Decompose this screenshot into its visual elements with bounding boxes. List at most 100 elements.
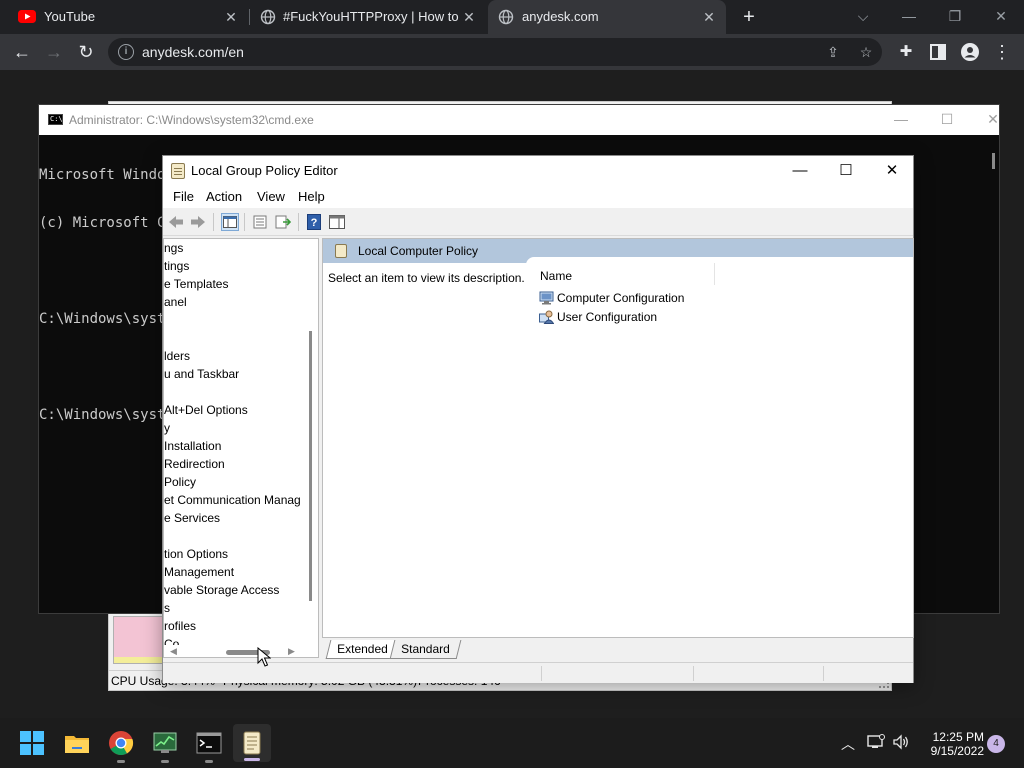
column-divider[interactable] (714, 263, 715, 285)
gpe-title-bar[interactable]: Local Group Policy Editor — ☐ ✕ (163, 156, 913, 186)
system-clock[interactable]: 12:25 PM 9/15/2022 (916, 730, 984, 758)
tree-item[interactable]: s (164, 601, 170, 619)
forward-arrow-icon[interactable] (189, 213, 207, 231)
cmd-button[interactable] (196, 730, 222, 763)
cmd-scrollbar[interactable] (992, 153, 995, 169)
details-pane[interactable]: Local Computer Policy Select an item to … (322, 238, 914, 638)
file-explorer-button[interactable] (64, 730, 90, 756)
gpe-title: Local Group Policy Editor (191, 163, 338, 178)
tree-item[interactable]: Co (164, 637, 179, 645)
status-divider (541, 666, 542, 681)
tree-item[interactable]: Installation (164, 439, 221, 457)
policy-scroll-icon (243, 731, 261, 755)
running-indicator (117, 760, 125, 763)
tree-item[interactable]: lders (164, 349, 190, 367)
tab-fuckyouhttpproxy[interactable]: #FuckYouHTTPProxy | How to us ✕ (250, 0, 486, 34)
scroll-right-arrow-icon[interactable]: ▶ (288, 646, 295, 657)
menu-action[interactable]: Action (206, 189, 242, 204)
side-panel-icon[interactable] (926, 40, 950, 64)
menu-help[interactable]: Help (298, 189, 325, 204)
tree-item[interactable]: anel (164, 295, 187, 313)
menu-view[interactable]: View (257, 189, 285, 204)
help-icon[interactable]: ? (305, 213, 323, 231)
minimize-button[interactable]: — (788, 160, 812, 182)
close-button[interactable]: ✕ (989, 4, 1013, 28)
tree-item[interactable]: e Services (164, 511, 220, 529)
computer-configuration-item[interactable]: Computer Configuration (539, 289, 684, 307)
tree-item[interactable]: et Communication Manag (164, 493, 301, 511)
tab-title: anydesk.com (522, 9, 599, 24)
chrome-button[interactable] (108, 730, 134, 763)
tree-item[interactable]: u and Taskbar (164, 367, 239, 385)
view-tabs: Extended Standard (322, 640, 914, 662)
extensions-icon[interactable]: ✚ (894, 40, 918, 64)
item-label: Computer Configuration (557, 291, 685, 305)
reload-button[interactable]: ↻ (74, 40, 98, 64)
tree-vertical-scrollbar[interactable] (309, 331, 312, 601)
tab-close-button[interactable]: ✕ (700, 8, 718, 26)
tree-item[interactable]: ngs (164, 241, 183, 259)
export-list-icon[interactable] (274, 213, 292, 231)
globe-icon (260, 9, 276, 25)
tree-item[interactable]: Policy (164, 475, 196, 493)
show-hidden-icons-chevron-icon[interactable]: ︿ (838, 734, 858, 754)
scroll-left-arrow-icon[interactable]: ◀ (170, 646, 177, 657)
back-arrow-icon[interactable] (167, 213, 185, 231)
tree-item[interactable]: y (164, 421, 170, 439)
tree-item[interactable]: tion Options (164, 547, 228, 565)
maximize-button[interactable]: ☐ (937, 109, 957, 129)
new-tab-button[interactable]: + (738, 6, 760, 28)
properties-icon[interactable] (251, 213, 269, 231)
menu-icon[interactable]: ⋮ (990, 40, 1014, 64)
forward-button[interactable]: → (42, 40, 66, 64)
tree-item[interactable]: tings (164, 259, 189, 277)
profile-icon[interactable] (958, 40, 982, 64)
group-policy-editor-button[interactable] (233, 724, 271, 762)
tree-item[interactable]: rofiles (164, 619, 196, 637)
menu-file[interactable]: File (173, 189, 194, 204)
tab-extended[interactable]: Extended (325, 640, 400, 659)
tab-standard[interactable]: Standard (389, 640, 462, 659)
tab-youtube[interactable]: YouTube ✕ (0, 0, 248, 34)
share-icon[interactable]: ⇪ (823, 42, 843, 62)
tab-close-button[interactable]: ✕ (460, 8, 478, 26)
toolbar-separator (244, 213, 245, 231)
tree-item[interactable]: Alt+Del Options (164, 403, 248, 421)
globe-icon (498, 9, 514, 25)
group-policy-editor-window[interactable]: Local Group Policy Editor — ☐ ✕ File Act… (162, 155, 914, 683)
site-info-icon[interactable]: i (118, 44, 134, 60)
chrome-icon (109, 731, 134, 756)
volume-icon[interactable] (891, 734, 911, 753)
gpe-toolbar: ? (163, 208, 913, 236)
maximize-button[interactable]: ☐ (834, 160, 858, 182)
url-text[interactable]: anydesk.com/en (142, 44, 244, 60)
clock-date: 9/15/2022 (930, 744, 984, 758)
windows-taskbar: ︿ 12:25 PM 9/15/2022 (0, 718, 1024, 768)
tree-item[interactable]: Redirection (164, 457, 225, 475)
tab-close-button[interactable]: ✕ (222, 8, 240, 26)
tree-item[interactable]: e Templates (164, 277, 228, 295)
bookmark-star-icon[interactable]: ☆ (856, 42, 876, 62)
show-action-pane-icon[interactable] (328, 213, 346, 231)
start-button[interactable] (19, 730, 45, 756)
minimize-button[interactable]: — (897, 4, 921, 28)
column-header-name[interactable]: Name (540, 269, 572, 283)
notification-badge[interactable]: 4 (987, 735, 1005, 753)
close-button[interactable]: ✕ (983, 109, 1003, 129)
toolbar-separator (298, 213, 299, 231)
show-hide-tree-icon[interactable] (221, 213, 239, 231)
user-configuration-item[interactable]: User Configuration (539, 308, 657, 326)
minimize-button[interactable]: — (891, 109, 911, 129)
restore-button[interactable]: ❐ (943, 4, 967, 28)
tab-anydesk[interactable]: anydesk.com ✕ (488, 0, 726, 34)
task-manager-button[interactable] (152, 730, 178, 763)
network-icon[interactable] (866, 734, 886, 753)
back-button[interactable]: ← (10, 40, 34, 64)
tree-item[interactable]: Management (164, 565, 234, 583)
close-button[interactable]: ✕ (880, 160, 904, 182)
address-bar[interactable]: i anydesk.com/en ⇪ ☆ (108, 38, 882, 66)
cmd-title-bar[interactable]: C:\ Administrator: C:\Windows\system32\c… (39, 105, 999, 135)
console-tree-pane[interactable]: ngs tings e Templates anel lders u and T… (163, 238, 319, 658)
tab-search-button[interactable]: ⌵ (851, 4, 875, 28)
tree-item[interactable]: vable Storage Access (164, 583, 279, 601)
